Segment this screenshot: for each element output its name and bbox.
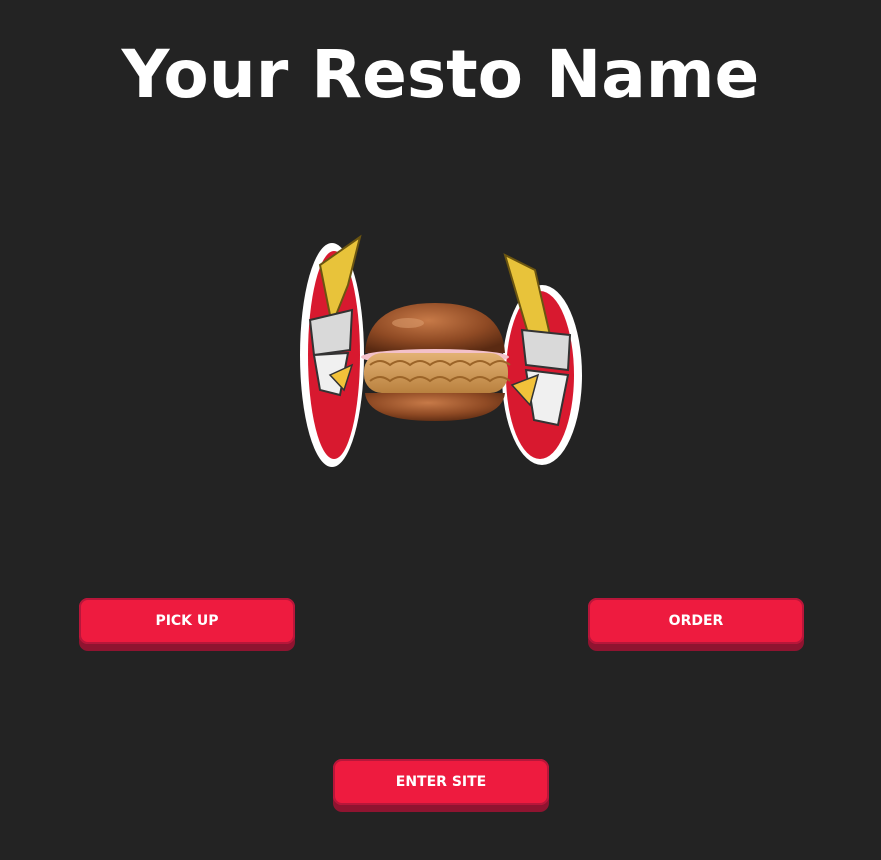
pick-up-button[interactable]: PICK UP [79,598,295,644]
left-shield-icon [300,234,364,467]
right-shield-icon [502,253,582,465]
burger-logo-image [290,225,590,475]
burger-icon [361,303,511,421]
enter-site-button[interactable]: ENTER SITE [333,759,549,805]
order-button[interactable]: ORDER [588,598,804,644]
page-title: Your Resto Name [121,36,760,113]
